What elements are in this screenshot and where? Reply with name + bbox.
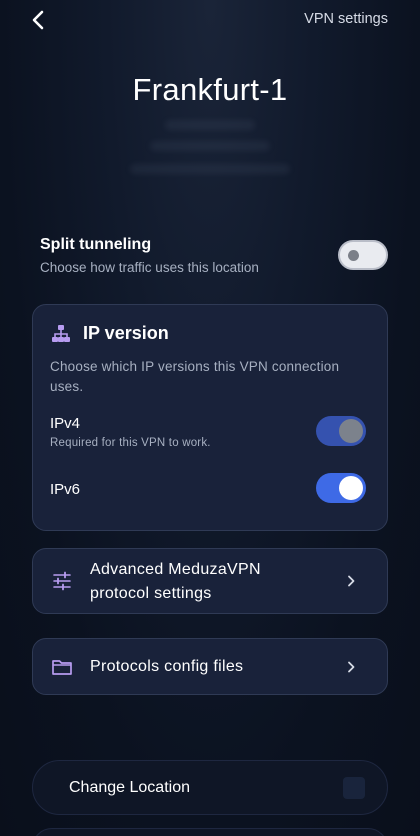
ipv6-label: IPv6 (50, 481, 81, 498)
split-tunneling-title: Split tunneling (40, 236, 152, 253)
back-button[interactable] (26, 8, 50, 32)
toggle-knob (348, 250, 359, 261)
toggle-knob (339, 476, 363, 500)
protocols-config-files-label: Protocols config files (90, 658, 244, 675)
ip-version-title: IP version (83, 323, 169, 343)
vpn-location-screen: VPN settings Frankfurt-1 Split tunneling… (0, 0, 420, 836)
location-title: Frankfurt-1 (132, 72, 288, 107)
advanced-protocol-settings-row[interactable]: Advanced MeduzaVPN protocol settings (32, 548, 388, 614)
chevron-right-icon (348, 661, 355, 673)
change-location-button[interactable]: Change Location (32, 760, 388, 815)
blurred-server-details (0, 114, 420, 186)
chevron-right-icon (348, 575, 355, 587)
sliders-icon (51, 570, 73, 592)
toggle-knob (339, 419, 363, 443)
protocols-config-files-row[interactable]: Protocols config files (32, 638, 388, 695)
advanced-protocol-settings-label: Advanced MeduzaVPN protocol settings (90, 561, 261, 602)
blurred-line (130, 164, 290, 174)
ipv6-toggle[interactable] (316, 473, 366, 503)
bottom-action-button[interactable] (32, 828, 388, 836)
chevron-left-icon (32, 10, 44, 30)
folder-icon (51, 656, 73, 678)
blurred-line (150, 141, 270, 151)
ipv4-label: IPv4 (50, 415, 81, 432)
blurred-line (165, 120, 255, 130)
change-location-label: Change Location (69, 779, 190, 796)
vpn-settings-link[interactable]: VPN settings (304, 11, 388, 27)
split-tunneling-row: Split tunneling Choose how traffic uses … (40, 236, 388, 280)
split-tunneling-subtitle: Choose how traffic uses this location (40, 260, 259, 275)
ip-version-header: IP version (51, 323, 169, 344)
ipv4-sublabel: Required for this VPN to work. (50, 437, 211, 449)
location-icon (343, 777, 365, 799)
network-icon (52, 324, 70, 342)
ipv4-toggle[interactable] (316, 416, 366, 446)
ip-version-card: IP version Choose which IP versions this… (32, 304, 388, 531)
split-tunneling-toggle[interactable] (338, 240, 388, 270)
ip-version-description: Choose which IP versions this VPN connec… (50, 359, 340, 394)
top-bar: VPN settings (0, 0, 420, 40)
